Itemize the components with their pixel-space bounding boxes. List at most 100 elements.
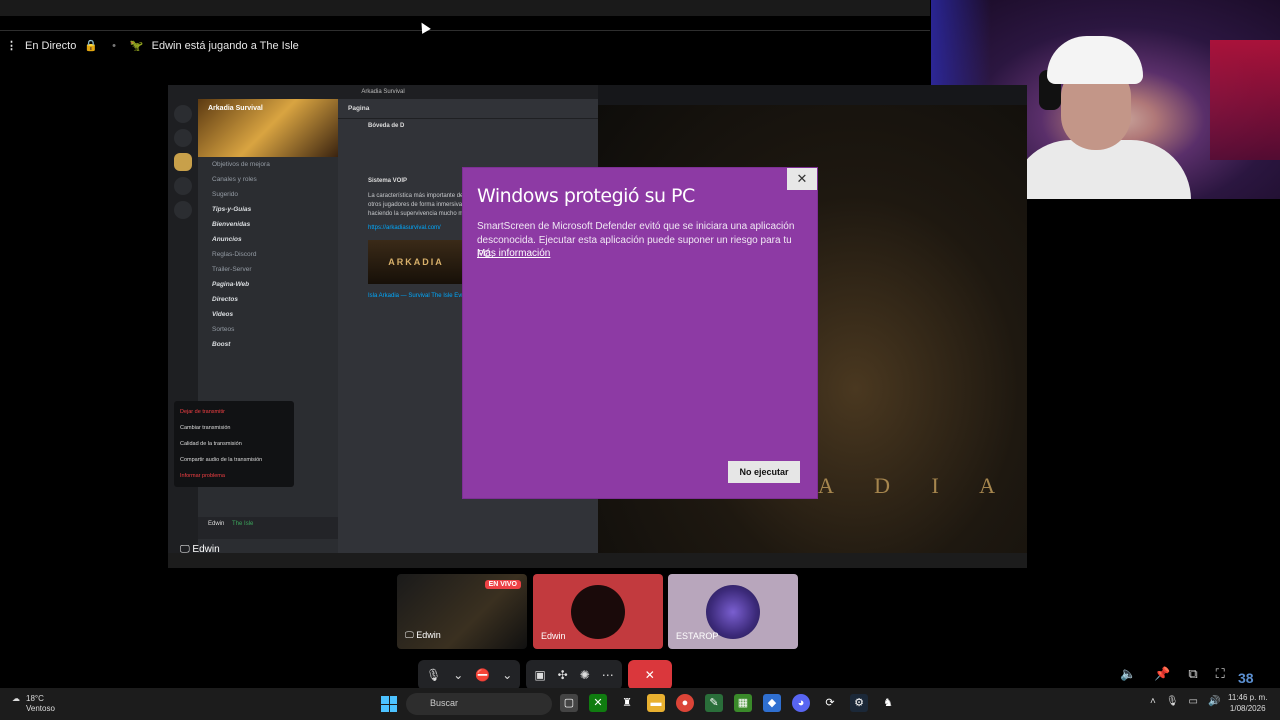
server-icon[interactable] xyxy=(174,153,192,171)
participant-tile-estarop[interactable]: ESTAROP xyxy=(668,574,798,649)
activities-icon[interactable]: ✣ xyxy=(558,668,568,682)
disconnect-button[interactable]: ✕ xyxy=(627,660,672,690)
system-tray: ˄ 🎙 ▭ 🔊 xyxy=(1150,696,1220,707)
section-suggested: Sugerido xyxy=(212,191,239,198)
app-icon[interactable]: ⟳ xyxy=(821,694,839,712)
live-badge: EN VIVO xyxy=(484,580,521,589)
channel-item[interactable]: Anuncios xyxy=(198,232,338,247)
weather-condition: Ventoso xyxy=(26,704,55,713)
participant-tile-edwin[interactable]: Edwin xyxy=(533,574,663,649)
menu-item-report-problem[interactable]: Informar problema xyxy=(174,468,294,484)
separator-dot: • xyxy=(112,39,116,52)
smartscreen-dialog: ✕ Windows protegió su PC SmartScreen de … xyxy=(462,167,818,499)
neon-light xyxy=(1210,40,1280,160)
mic-camera-group: 🎙 ⌄ ⛔ ⌄ xyxy=(418,660,521,690)
more-icon[interactable]: ⋯ xyxy=(602,668,614,682)
game-title-text: A D I A xyxy=(818,473,1014,498)
menu-item-stop-stream[interactable]: Dejar de transmitir xyxy=(174,404,294,420)
xbox-icon[interactable]: ✕ xyxy=(589,694,607,712)
channel-item[interactable]: Tips-y-Guias xyxy=(198,202,338,217)
volume-icon[interactable]: 🔈 xyxy=(1120,666,1136,682)
channel-item[interactable]: Trailer-Server xyxy=(198,262,338,277)
server-icon[interactable] xyxy=(174,129,192,147)
dialog-title: Windows protegió su PC xyxy=(477,185,695,207)
person-cap xyxy=(1047,36,1143,84)
participant-tile-stream[interactable]: EN VIVO 🖵 Edwin xyxy=(397,574,527,649)
channels-and-roles[interactable]: Canales y roles xyxy=(198,172,338,187)
chevron-down-icon[interactable]: ⌄ xyxy=(502,668,512,682)
stream-owner-name: Edwin xyxy=(192,544,220,555)
clock[interactable]: 11:46 p. m. 1/08/2026 xyxy=(1228,692,1267,714)
app-icon[interactable]: ✎ xyxy=(705,694,723,712)
user-name[interactable]: Edwin xyxy=(208,521,224,527)
taskbar-search[interactable]: Buscar xyxy=(406,693,552,715)
pinned-apps: ▢ ✕ ♜ ▬ ● ✎ ▦ ◆ ◕ ⟳ ⚙ ♞ xyxy=(560,694,897,712)
dont-run-button[interactable]: No ejecutar xyxy=(728,461,800,483)
stream-owner-label: 🖵 Edwin xyxy=(180,544,220,555)
mouse-cursor-icon xyxy=(417,20,431,34)
file-explorer-icon[interactable]: ▬ xyxy=(647,694,665,712)
discord-icon[interactable]: ◕ xyxy=(792,694,810,712)
steam-icon[interactable]: ⚙ xyxy=(850,694,868,712)
chevron-up-icon[interactable]: ˄ xyxy=(1150,696,1156,707)
divider xyxy=(0,30,930,31)
soundboard-icon[interactable]: ✺ xyxy=(580,668,590,682)
screen-share-icon[interactable]: ▣ xyxy=(534,668,545,682)
server-name[interactable]: Arkadia Survival xyxy=(208,105,263,112)
task-view-icon[interactable]: ▢ xyxy=(560,694,578,712)
volume-icon[interactable]: 🔊 xyxy=(1208,696,1220,707)
avatar xyxy=(571,585,625,639)
call-controls: 🎙 ⌄ ⛔ ⌄ ▣ ✣ ✺ ⋯ ✕ xyxy=(418,660,672,690)
menu-item-share-audio[interactable]: Compartir audio de la transmisión xyxy=(174,452,294,468)
app-icon[interactable]: ◆ xyxy=(763,694,781,712)
more-info-link[interactable]: Más información xyxy=(477,248,550,259)
channel-item[interactable]: Bienvenidas xyxy=(198,217,338,232)
camera-off-icon[interactable]: ⛔ xyxy=(475,668,490,682)
app-icon[interactable]: ♞ xyxy=(879,694,897,712)
server-banner: Arkadia Survival xyxy=(198,99,338,157)
mini-taskbar xyxy=(168,553,1027,568)
channel-item[interactable]: Directos xyxy=(198,292,338,307)
weather-icon: ☁ xyxy=(12,694,20,703)
minecraft-icon[interactable]: ▦ xyxy=(734,694,752,712)
lock-icon: 🔒 xyxy=(84,40,99,52)
user-panel: Edwin The Isle xyxy=(198,517,338,539)
discord-home-icon[interactable] xyxy=(174,105,192,123)
pin-icon[interactable]: 📌 xyxy=(1154,666,1170,682)
channel-item[interactable]: Sorteos xyxy=(198,322,338,337)
top-strip xyxy=(0,0,930,16)
user-status: The Isle xyxy=(232,521,254,527)
date: 1/08/2026 xyxy=(1229,704,1266,713)
close-button[interactable]: ✕ xyxy=(787,168,817,190)
live-label: En Directo xyxy=(25,39,77,52)
chat-heading: Bóveda de D xyxy=(368,123,405,129)
network-icon[interactable]: ▭ xyxy=(1189,696,1198,707)
screen-icon: 🖵 xyxy=(180,544,190,555)
channel-item[interactable]: Videos xyxy=(198,307,338,322)
menu-item-stream-quality[interactable]: Calidad de la transmisión xyxy=(174,436,294,452)
popout-icon[interactable]: ⧉ xyxy=(1188,666,1197,682)
stream-context-menu: Dejar de transmitir Cambiar transmisión … xyxy=(174,401,294,487)
channel-item[interactable]: Boost xyxy=(198,337,338,352)
participant-name: ESTAROP xyxy=(676,631,719,641)
microphone-icon[interactable]: 🎙 xyxy=(426,668,441,682)
screen-icon: 🖵 xyxy=(405,630,417,640)
explore-icon[interactable] xyxy=(174,201,192,219)
time: 11:46 p. m. xyxy=(1228,693,1268,702)
chrome-icon[interactable]: ● xyxy=(676,694,694,712)
channel-item[interactable]: Pagina-Web xyxy=(198,277,338,292)
weather-widget[interactable]: ☁ 18°C Ventoso xyxy=(12,694,55,714)
microphone-icon[interactable]: 🎙 xyxy=(1166,696,1179,707)
game-activity-icon: 🦖 xyxy=(129,40,144,52)
add-server-icon[interactable] xyxy=(174,177,192,195)
menu-item-change-stream[interactable]: Cambiar transmisión xyxy=(174,420,294,436)
more-options-icon[interactable]: ⋮ xyxy=(6,39,17,52)
view-controls: 🔈 📌 ⧉ ⛶ xyxy=(1120,666,1225,682)
banner-pill[interactable]: Objetivos de mejora xyxy=(198,157,338,172)
start-button[interactable] xyxy=(381,696,397,712)
chevron-down-icon[interactable]: ⌄ xyxy=(453,668,463,682)
channel-item[interactable]: Reglas-Discord xyxy=(198,247,338,262)
embed-image[interactable]: ARKADIA xyxy=(368,240,464,284)
fullscreen-icon[interactable]: ⛶ xyxy=(1216,666,1225,682)
app-icon[interactable]: ♜ xyxy=(618,694,636,712)
